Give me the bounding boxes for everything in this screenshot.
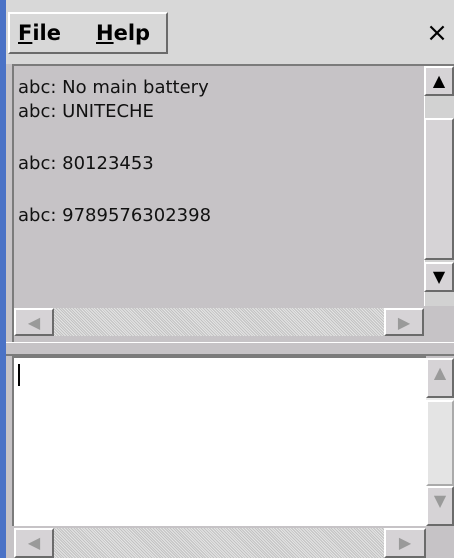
output-horizontal-scrollbar[interactable]	[14, 308, 424, 336]
down-arrow-icon: ▼	[432, 267, 446, 286]
output-line: abc: 9789576302398	[18, 205, 212, 226]
scroll-left-button[interactable]: ◀	[14, 308, 54, 336]
up-arrow-icon: ▲	[432, 71, 446, 90]
up-arrow-icon: ▲	[433, 363, 447, 382]
scroll-down-button[interactable]: ▼	[424, 262, 454, 292]
input-scroll-left-button[interactable]: ◀	[14, 528, 54, 558]
output-scroll-thumb[interactable]	[424, 118, 454, 260]
help-menu-accelerator: H	[96, 21, 114, 45]
close-button[interactable]: ×	[420, 10, 454, 56]
help-menu-label: elp	[113, 21, 151, 45]
scroll-corner	[424, 308, 454, 336]
input-horizontal-scrollbar[interactable]	[14, 528, 426, 558]
right-arrow-icon: ▶	[398, 533, 412, 552]
output-line: abc: No main battery	[18, 77, 209, 98]
input-scroll-right-button[interactable]: ▶	[384, 528, 426, 558]
left-arrow-icon: ◀	[27, 313, 41, 332]
input-scroll-thumb[interactable]	[426, 400, 454, 486]
input-text-area[interactable]	[12, 356, 426, 526]
file-menu-label: ile	[32, 21, 61, 45]
output-line: abc: UNITECHE	[18, 101, 154, 122]
help-menu[interactable]: Help	[96, 20, 150, 46]
input-scroll-up-button[interactable]: ▲	[426, 358, 454, 398]
close-icon: ×	[426, 18, 448, 48]
input-scroll-down-button[interactable]: ▼	[426, 486, 454, 526]
scroll-up-button[interactable]: ▲	[424, 66, 454, 96]
left-arrow-icon: ◀	[27, 533, 41, 552]
pane-splitter[interactable]	[6, 342, 454, 356]
output-line: abc: 80123453	[18, 153, 154, 174]
right-arrow-icon: ▶	[397, 313, 411, 332]
down-arrow-icon: ▼	[433, 491, 447, 510]
scroll-corner	[426, 528, 454, 558]
file-menu-accelerator: F	[18, 21, 33, 45]
text-caret	[18, 364, 20, 386]
scroll-right-button[interactable]: ▶	[384, 308, 424, 336]
window-left-edge	[0, 0, 6, 558]
file-menu[interactable]: File	[18, 20, 61, 46]
